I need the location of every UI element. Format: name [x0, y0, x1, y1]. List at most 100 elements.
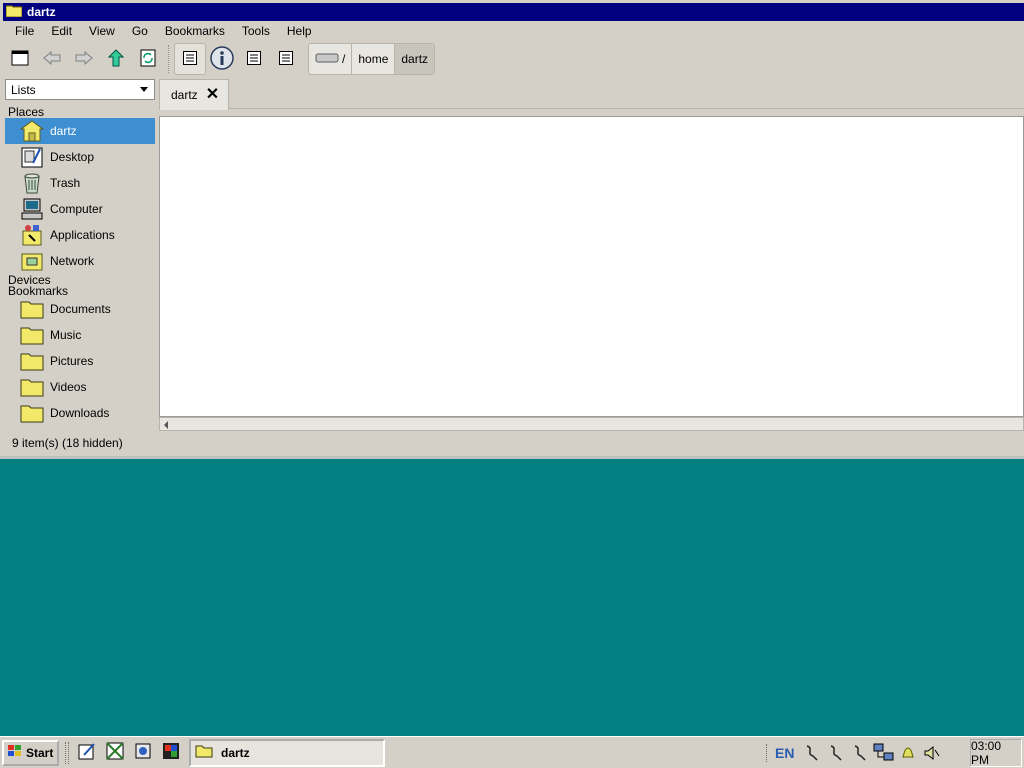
network-status-icon[interactable] [872, 741, 896, 765]
sidebar-item-label: Downloads [50, 406, 110, 420]
network-icon [20, 249, 44, 273]
trash-icon [20, 171, 44, 195]
folder-icon [20, 297, 44, 321]
sidebar-item-network[interactable]: Network [5, 248, 155, 274]
places-heading: Places [8, 105, 45, 119]
taskbar-grip[interactable] [65, 741, 69, 764]
sidebar-item-label: Applications [50, 228, 115, 242]
menu-view[interactable]: View [89, 24, 115, 38]
menu-file[interactable]: File [15, 24, 34, 38]
folder-icon [195, 744, 213, 761]
scroll-left-icon[interactable] [164, 421, 168, 429]
path-root-button[interactable]: / [309, 44, 353, 74]
sidebar-item-home[interactable]: dartz [5, 118, 155, 144]
folder-icon [20, 323, 44, 347]
menu-tools[interactable]: Tools [242, 24, 270, 38]
taskbar-task-dartz[interactable]: dartz [189, 738, 385, 767]
taskbar: Start dartz EN 03:00 PM [0, 736, 1024, 768]
volume-icon[interactable] [920, 741, 944, 765]
tab-dartz[interactable]: dartz ✕ [159, 79, 229, 110]
sidebar-item-label: Pictures [50, 354, 94, 368]
quicklaunch-app-4[interactable] [157, 740, 185, 766]
path-bar: / home dartz [308, 43, 436, 75]
back-button[interactable] [36, 43, 68, 75]
sidebar-item-pictures[interactable]: Pictures [5, 348, 155, 374]
compact-view-button[interactable] [238, 43, 270, 75]
sidebar-item-applications[interactable]: Applications [5, 222, 155, 248]
menu-help[interactable]: Help [287, 24, 312, 38]
path-home-button[interactable]: home [352, 44, 396, 74]
sidebar-item-label: Documents [50, 302, 111, 316]
folder-icon [20, 349, 44, 373]
tab-label: dartz [171, 88, 198, 102]
sidebar-mode-select[interactable]: Lists [5, 79, 155, 100]
sidebar-item-trash[interactable]: Trash [5, 170, 155, 196]
sidebar-item-videos[interactable]: Videos [5, 374, 155, 400]
forward-button[interactable] [68, 43, 100, 75]
quicklaunch-editor[interactable] [73, 740, 101, 766]
info-button[interactable] [206, 43, 238, 75]
tools-icon [134, 742, 152, 763]
menu-edit[interactable]: Edit [51, 24, 72, 38]
start-button[interactable]: Start [2, 739, 59, 766]
folder-icon [20, 401, 44, 425]
status-bar: 9 item(s) (18 hidden) [12, 436, 123, 450]
start-label: Start [26, 745, 54, 760]
file-list-area[interactable] [159, 116, 1024, 417]
menu-bar: File Edit View Go Bookmarks Tools Help [4, 22, 318, 40]
connection-icon[interactable] [824, 741, 848, 765]
sidebar-item-documents[interactable]: Documents [5, 296, 155, 322]
connection-icon[interactable] [848, 741, 872, 765]
sidebar-item-label: Music [50, 328, 82, 342]
quicklaunch-app-2[interactable] [101, 740, 129, 766]
folder-icon [20, 375, 44, 399]
sidebar-item-label: Computer [50, 202, 103, 216]
new-window-button[interactable] [4, 43, 36, 75]
new-window-icon [11, 50, 29, 69]
folder-icon [5, 4, 23, 20]
back-icon [43, 50, 61, 68]
chevron-down-icon [140, 87, 148, 92]
forward-icon [75, 50, 93, 68]
tray-grip [766, 744, 769, 762]
info-icon [210, 45, 234, 73]
system-tray: EN [766, 739, 944, 767]
sidebar-item-downloads[interactable]: Downloads [5, 400, 155, 426]
horizontal-scrollbar[interactable] [159, 417, 1024, 431]
menu-bookmarks[interactable]: Bookmarks [165, 24, 225, 38]
home-folder-icon [20, 119, 44, 143]
path-current-button[interactable]: dartz [395, 44, 435, 74]
sidebar-item-label: Trash [50, 176, 81, 190]
sidebar-item-music[interactable]: Music [5, 322, 155, 348]
sidebar-item-label: Network [50, 254, 95, 268]
file-manager-window: dartz File Edit View Go Bookmarks Tools … [0, 0, 1024, 459]
list-view-icon [183, 50, 197, 68]
language-indicator[interactable]: EN [775, 745, 794, 761]
sidebar-item-desktop[interactable]: Desktop [5, 144, 155, 170]
notification-bell-icon[interactable] [896, 741, 920, 765]
title-bar[interactable]: dartz [3, 3, 1024, 21]
sidebar-item-label: Desktop [50, 150, 95, 164]
detail-view-button[interactable] [270, 43, 302, 75]
sidebar-item-computer[interactable]: Computer [5, 196, 155, 222]
connection-icon[interactable] [800, 741, 824, 765]
reload-button[interactable] [132, 43, 164, 75]
applications-icon [20, 223, 44, 247]
sidebar-mode-value: Lists [11, 82, 36, 97]
toolbar: / home dartz [4, 41, 1024, 77]
menu-go[interactable]: Go [132, 24, 148, 38]
paint-icon [162, 742, 180, 763]
up-button[interactable] [100, 43, 132, 75]
grid-icon [106, 742, 124, 763]
up-icon [107, 48, 125, 70]
list-view-button[interactable] [174, 43, 206, 75]
compact-view-icon [247, 50, 261, 68]
path-root-label: / [342, 52, 346, 66]
detail-view-icon [279, 50, 293, 68]
reload-icon [140, 49, 156, 70]
quicklaunch-app-3[interactable] [129, 740, 157, 766]
sidebar-item-label: dartz [50, 124, 77, 138]
edit-icon [78, 742, 96, 763]
clock[interactable]: 03:00 PM [970, 739, 1022, 767]
close-icon[interactable]: ✕ [206, 87, 219, 103]
